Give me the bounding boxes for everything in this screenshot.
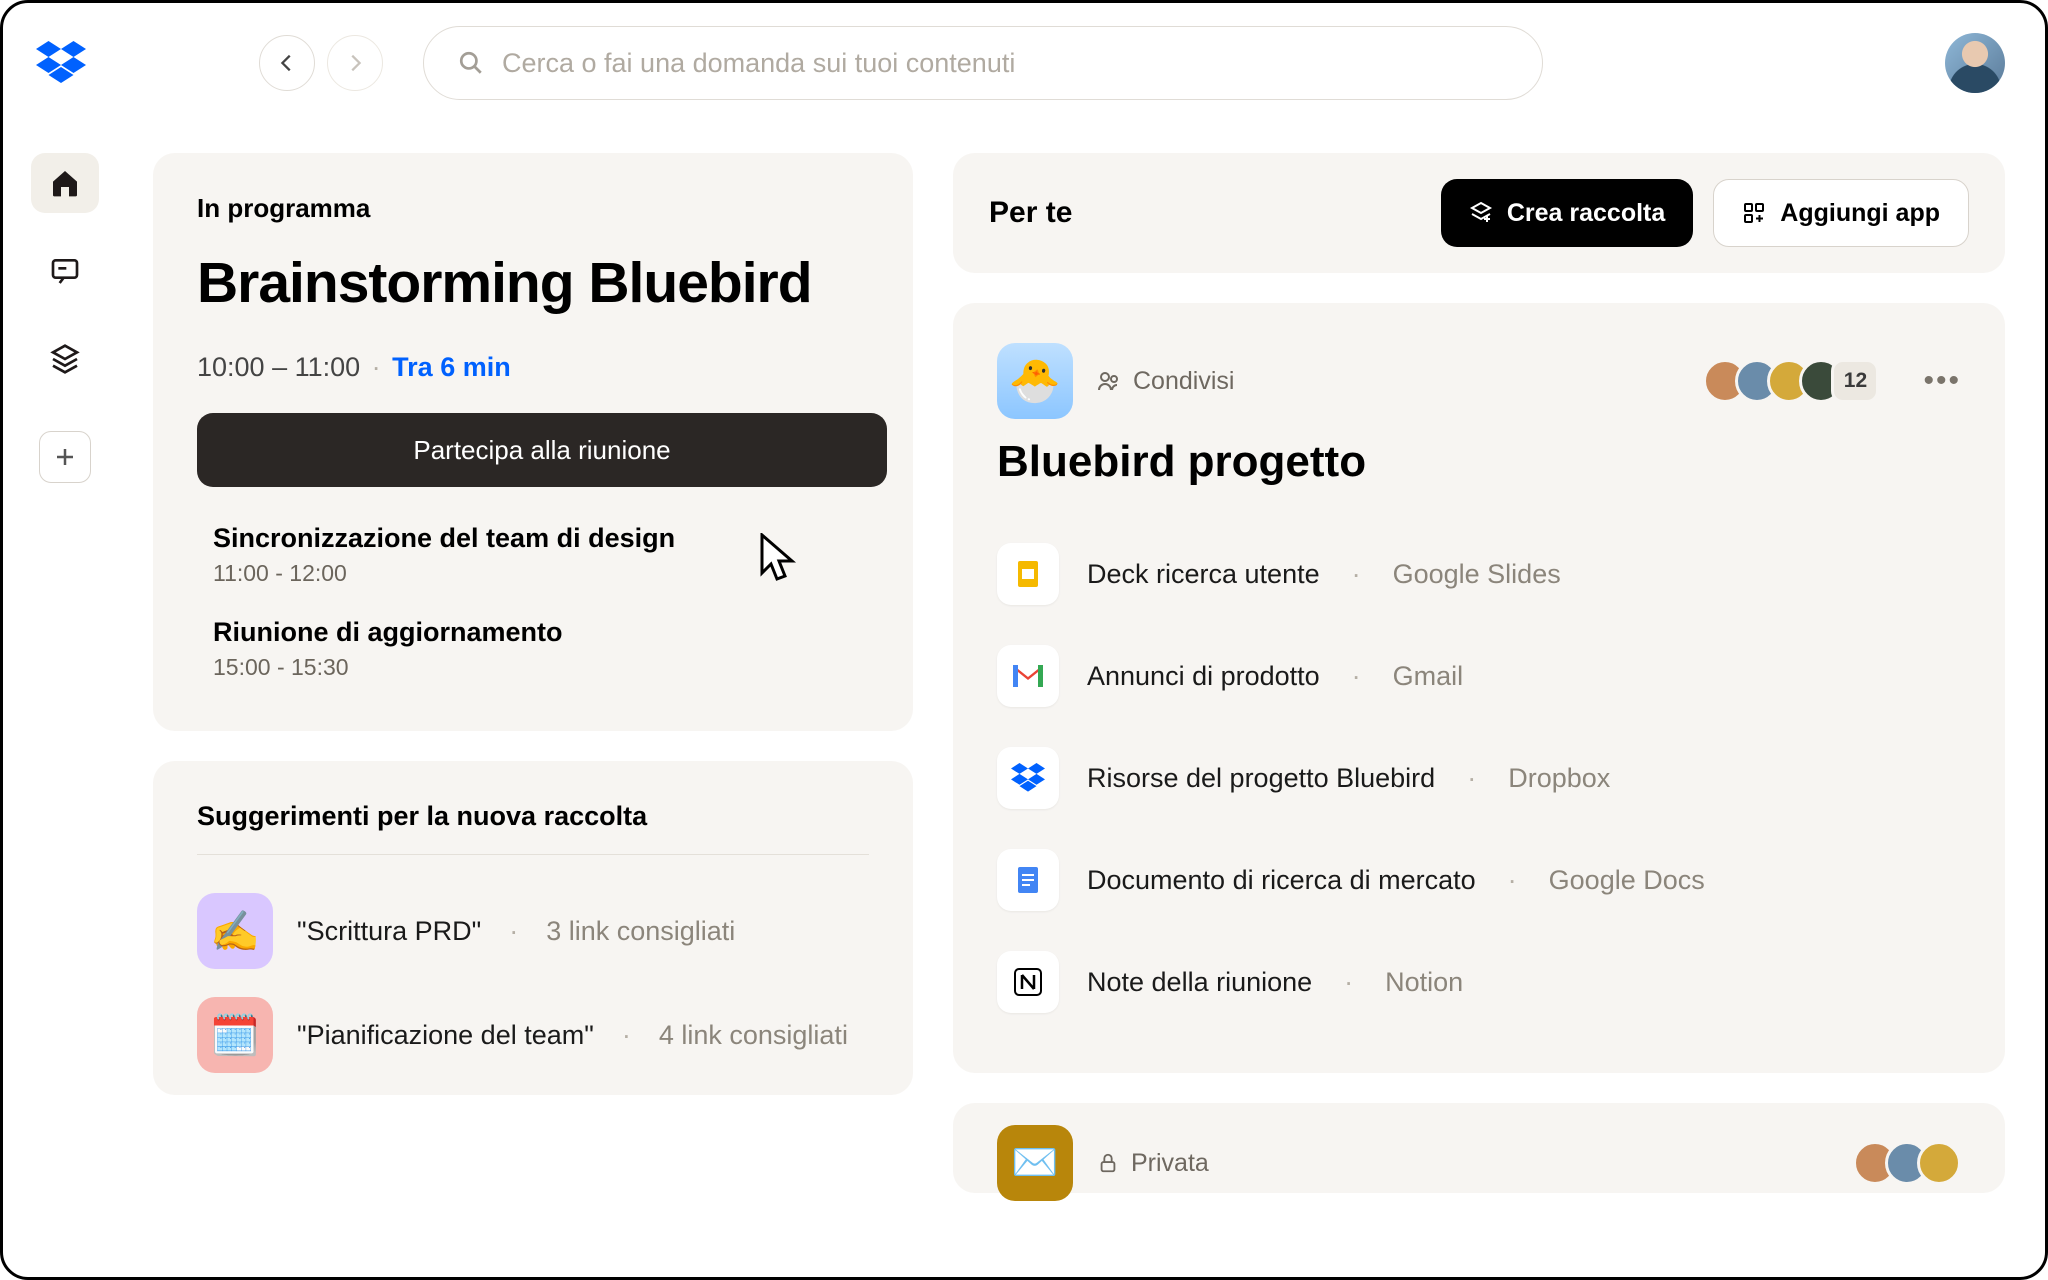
suggestions-heading: Suggerimenti per la nuova raccolta xyxy=(197,801,869,855)
rail-add-button[interactable] xyxy=(39,431,91,483)
file-source: Gmail xyxy=(1393,661,1464,692)
meeting-time: 10:00 – 11:00 xyxy=(197,352,360,382)
file-source: Dropbox xyxy=(1508,763,1610,794)
gmail-icon xyxy=(997,645,1059,707)
dropbox-logo[interactable] xyxy=(33,35,89,91)
suggestions-card: Suggerimenti per la nuova raccolta ✍️ "S… xyxy=(153,761,913,1095)
suggestion-meta: 4 link consigliati xyxy=(659,1020,848,1051)
suggestion-item[interactable]: ✍️ "Scrittura PRD" · 3 link consigliati xyxy=(197,879,869,983)
file-row[interactable]: Documento di ricerca di mercato· Google … xyxy=(997,829,1961,931)
project-avatars[interactable]: 12 xyxy=(1715,359,1879,403)
project-shared-label: Privata xyxy=(1097,1149,1209,1178)
people-icon xyxy=(1097,369,1121,393)
docs-icon xyxy=(997,849,1059,911)
project-card-peek[interactable]: ✉️ Privata xyxy=(953,1103,2005,1193)
nav-forward-button xyxy=(327,35,383,91)
for-you-header: Per te Crea raccolta Aggiungi app xyxy=(953,153,2005,273)
slides-icon xyxy=(997,543,1059,605)
file-name: Risorse del progetto Bluebird xyxy=(1087,763,1435,794)
meeting-time-row: 10:00 – 11:00 · Tra 6 min xyxy=(197,352,869,383)
file-row[interactable]: Deck ricerca utente· Google Slides xyxy=(997,523,1961,625)
upcoming-item-time: 11:00 - 12:00 xyxy=(213,560,853,587)
file-name: Note della riunione xyxy=(1087,967,1312,998)
search-icon xyxy=(458,50,484,76)
project-shared-label: Condivisi xyxy=(1097,367,1234,396)
upcoming-label: In programma xyxy=(197,193,869,224)
project-more-button[interactable]: ••• xyxy=(1923,364,1961,398)
rail-home[interactable] xyxy=(31,153,99,213)
search-bar[interactable] xyxy=(423,26,1543,100)
file-source: Google Docs xyxy=(1549,865,1705,896)
project-emoji-icon: ✉️ xyxy=(997,1125,1073,1201)
project-title: Bluebird progetto xyxy=(997,437,1961,487)
rail-chat[interactable] xyxy=(31,241,99,301)
member-count-badge: 12 xyxy=(1831,359,1879,403)
add-app-label: Aggiungi app xyxy=(1780,199,1940,228)
file-row[interactable]: Annunci di prodotto· Gmail xyxy=(997,625,1961,727)
upcoming-item-title: Sincronizzazione del team di design xyxy=(213,523,853,554)
project-emoji-icon: 🐣 xyxy=(997,343,1073,419)
suggestion-emoji-icon: 🗓️ xyxy=(197,997,273,1073)
join-meeting-button[interactable]: Partecipa alla riunione xyxy=(197,413,887,487)
stack-plus-icon xyxy=(1469,201,1493,225)
notion-icon xyxy=(997,951,1059,1013)
apps-plus-icon xyxy=(1742,201,1766,225)
upcoming-item-time: 15:00 - 15:30 xyxy=(213,654,853,681)
create-collection-button[interactable]: Crea raccolta xyxy=(1441,179,1693,247)
suggestion-emoji-icon: ✍️ xyxy=(197,893,273,969)
upcoming-item[interactable]: Riunione di aggiornamento 15:00 - 15:30 xyxy=(213,617,853,681)
suggestion-item[interactable]: 🗓️ "Pianificazione del team" · 4 link co… xyxy=(197,983,869,1087)
file-row[interactable]: Risorse del progetto Bluebird· Dropbox xyxy=(997,727,1961,829)
suggestion-name: "Scrittura PRD" xyxy=(297,916,481,947)
file-row[interactable]: Note della riunione· Notion xyxy=(997,931,1961,1033)
lock-icon xyxy=(1097,1152,1119,1174)
search-input[interactable] xyxy=(502,48,1508,79)
rail-stacks[interactable] xyxy=(31,329,99,389)
upcoming-item[interactable]: Sincronizzazione del team di design 11:0… xyxy=(213,523,853,587)
project-card: 🐣 Condivisi 12 ••• Bluebird progetto xyxy=(953,303,2005,1073)
for-you-heading: Per te xyxy=(989,196,1421,230)
dropbox-icon xyxy=(997,747,1059,809)
file-source: Notion xyxy=(1385,967,1463,998)
suggestion-meta: 3 link consigliati xyxy=(546,916,735,947)
member-avatar xyxy=(1917,1141,1961,1185)
nav-back-button[interactable] xyxy=(259,35,315,91)
file-source: Google Slides xyxy=(1393,559,1561,590)
upcoming-card: In programma Brainstorming Bluebird 10:0… xyxy=(153,153,913,731)
add-app-button[interactable]: Aggiungi app xyxy=(1713,179,1969,247)
meeting-countdown: Tra 6 min xyxy=(392,352,511,382)
user-avatar[interactable] xyxy=(1945,33,2005,93)
create-collection-label: Crea raccolta xyxy=(1507,199,1665,228)
file-name: Deck ricerca utente xyxy=(1087,559,1320,590)
file-name: Documento di ricerca di mercato xyxy=(1087,865,1476,896)
suggestion-name: "Pianificazione del team" xyxy=(297,1020,594,1051)
upcoming-item-title: Riunione di aggiornamento xyxy=(213,617,853,648)
file-name: Annunci di prodotto xyxy=(1087,661,1320,692)
meeting-title: Brainstorming Bluebird xyxy=(197,250,869,316)
